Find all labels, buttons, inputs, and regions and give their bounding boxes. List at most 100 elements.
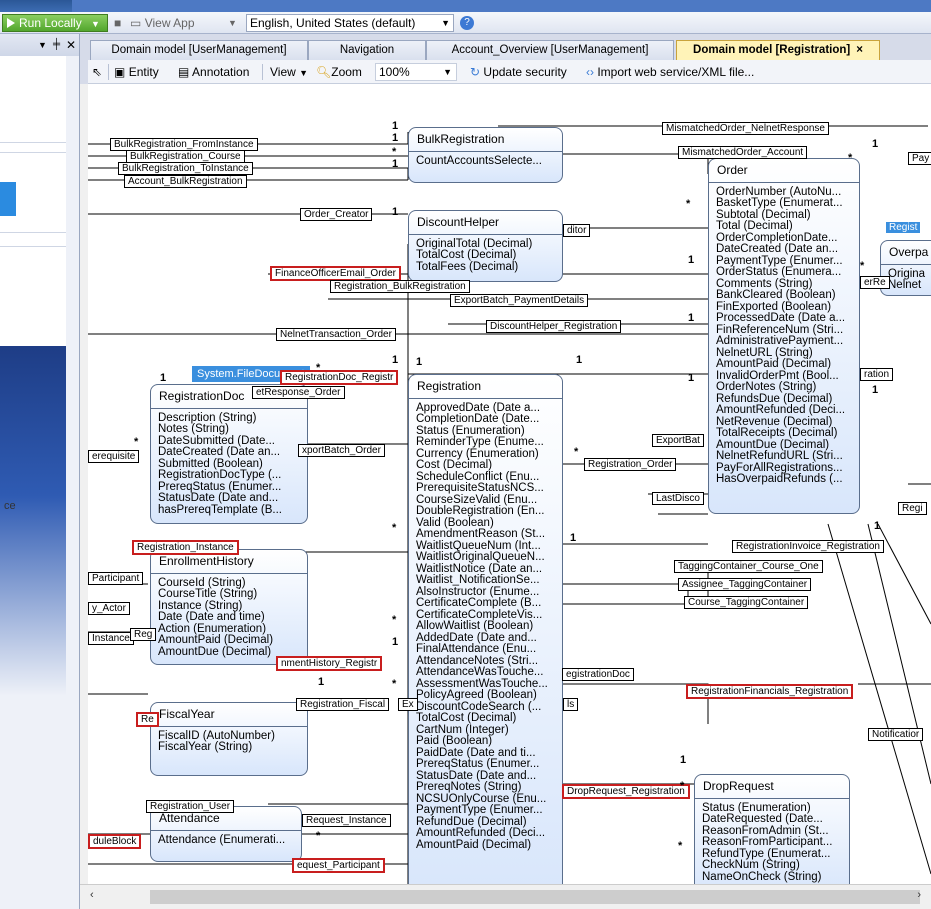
association-label[interactable]: nmentHistory_Registr: [276, 656, 383, 671]
attribute[interactable]: CheckNum (String): [702, 859, 842, 872]
association-label[interactable]: xportBatch_Order: [298, 444, 385, 457]
attribute[interactable]: DateCreated (Date an...: [158, 446, 300, 459]
help-icon[interactable]: ?: [460, 16, 474, 30]
attribute[interactable]: StatusDate (Date and...: [158, 492, 300, 505]
association-label[interactable]: egistrationDoc: [562, 668, 634, 681]
attribute[interactable]: AttendanceWasTouche...: [416, 666, 555, 679]
attribute[interactable]: hasPrereqTemplate (B...: [158, 504, 300, 517]
association-label[interactable]: Regist: [886, 222, 921, 233]
entity-discounthelper[interactable]: DiscountHelper OriginalTotal (Decimal) T…: [408, 210, 563, 282]
association-label[interactable]: NelnetTransaction_Order: [276, 328, 396, 341]
attribute[interactable]: AmountRefunded (Deci...: [416, 827, 555, 840]
attribute[interactable]: BankCleared (Boolean): [716, 289, 852, 302]
pointer-icon[interactable]: ⇖: [92, 65, 102, 79]
import-web-service-button[interactable]: ‹› Import web service/XML file...: [586, 65, 754, 79]
association-label[interactable]: etResponse_Order: [252, 386, 345, 399]
update-security-button[interactable]: ↻ Update security: [470, 65, 567, 79]
attribute[interactable]: Total (Decimal): [716, 220, 852, 233]
stop-icon[interactable]: ■: [114, 16, 121, 30]
attribute[interactable]: AmountPaid (Decimal): [158, 634, 300, 647]
attribute[interactable]: AdministrativePayment...: [716, 335, 852, 348]
tab-domain-model-registration[interactable]: Domain model [Registration] ×: [676, 40, 880, 61]
attribute[interactable]: PrereqStatus (Enumer...: [416, 758, 555, 771]
attribute[interactable]: Waitlist_NotificationSe...: [416, 574, 555, 587]
attribute[interactable]: DateCreated (Date an...: [716, 243, 852, 256]
association-label[interactable]: RegistrationInvoice_Registration: [732, 540, 884, 553]
entity-droprequest[interactable]: DropRequest Status (Enumeration) DateReq…: [694, 774, 850, 884]
domain-model-canvas[interactable]: BulkRegistration CountAccountsSelecte...…: [88, 84, 931, 884]
association-label[interactable]: Registration_Fiscal: [296, 698, 390, 711]
attribute[interactable]: OrderStatus (Enumera...: [716, 266, 852, 279]
association-label[interactable]: DiscountHelper_Registration: [486, 320, 622, 333]
zoom-select[interactable]: 100% ▼: [375, 63, 457, 81]
association-label[interactable]: Instance: [88, 632, 134, 645]
language-select[interactable]: English, United States (default) ▼: [246, 14, 454, 32]
entity-order[interactable]: Order OrderNumber (AutoNu... BasketType …: [708, 158, 860, 514]
attribute[interactable]: FiscalYear (String): [158, 741, 300, 754]
association-label[interactable]: Account_BulkRegistration: [124, 175, 247, 188]
attribute[interactable]: RegistrationDocType (...: [158, 469, 300, 482]
attribute[interactable]: CountAccountsSelecte...: [416, 155, 555, 168]
association-label[interactable]: Order_Creator: [300, 208, 373, 221]
association-label[interactable]: Participant: [88, 572, 144, 585]
attribute[interactable]: WaitlistOriginalQueueN...: [416, 551, 555, 564]
attribute[interactable]: AmendmentReason (St...: [416, 528, 555, 541]
attribute[interactable]: TotalCost (Decimal): [416, 249, 555, 262]
view-menu-button[interactable]: View ▼: [270, 65, 308, 79]
attribute[interactable]: Notes (String): [158, 423, 300, 436]
attribute[interactable]: CourseTitle (String): [158, 588, 300, 601]
attribute[interactable]: NelnetRefundURL (Stri...: [716, 450, 852, 463]
attribute[interactable]: Date (Date and time): [158, 611, 300, 624]
association-label[interactable]: erequisite: [88, 450, 140, 463]
association-label[interactable]: Pay: [908, 152, 931, 165]
add-annotation-button[interactable]: ▤ Annotation: [178, 65, 249, 79]
association-label[interactable]: Registration_BulkRegistration: [330, 280, 470, 293]
close-tab-icon[interactable]: ×: [856, 44, 863, 56]
association-label[interactable]: BulkRegistration_ToInstance: [118, 162, 253, 175]
association-label[interactable]: Assignee_TaggingContainer: [678, 578, 812, 591]
association-label[interactable]: duleBlock: [88, 834, 142, 849]
add-entity-button[interactable]: ▣ Entity: [114, 65, 159, 79]
tab-account-overview[interactable]: Account_Overview [UserManagement]: [426, 40, 674, 60]
association-label[interactable]: Re: [136, 712, 159, 727]
attribute[interactable]: PrereqNotes (String): [416, 781, 555, 794]
attribute[interactable]: CompletionDate (Date...: [416, 413, 555, 426]
attribute[interactable]: DateRequested (Date...: [702, 813, 842, 826]
scroll-right-icon[interactable]: ›: [917, 889, 921, 901]
attribute[interactable]: PrerequisiteStatusNCS...: [416, 482, 555, 495]
entity-attendance[interactable]: Attendance Attendance (Enumerati...: [150, 806, 302, 862]
association-label[interactable]: TaggingContainer_Course_One: [674, 560, 823, 573]
association-label[interactable]: ls: [563, 698, 579, 711]
attribute[interactable]: Attendance (Enumerati...: [158, 834, 294, 847]
association-label[interactable]: ExportBatch_PaymentDetails: [450, 294, 589, 307]
association-label[interactable]: LastDisco: [652, 492, 704, 505]
attribute[interactable]: ProcessedDate (Date a...: [716, 312, 852, 325]
attribute[interactable]: OrderNotes (String): [716, 381, 852, 394]
pin-icon[interactable]: ╪: [53, 39, 60, 50]
association-label[interactable]: Notificatior: [868, 728, 924, 741]
attribute[interactable]: PolicyAgreed (Boolean): [416, 689, 555, 702]
tab-navigation[interactable]: Navigation: [308, 40, 426, 60]
association-label[interactable]: erRe: [860, 276, 890, 289]
association-label[interactable]: y_Actor: [88, 602, 130, 615]
horizontal-scrollbar[interactable]: ‹ ›: [80, 884, 931, 909]
attribute[interactable]: AmountRefunded (Deci...: [716, 404, 852, 417]
vertical-scrollbar[interactable]: [80, 84, 88, 884]
association-label[interactable]: Reg: [130, 628, 157, 641]
attribute[interactable]: FinalAttendance (Enu...: [416, 643, 555, 656]
attribute[interactable]: TotalFees (Decimal): [416, 261, 555, 274]
attribute[interactable]: NameOnCheck (String): [702, 871, 842, 884]
association-label[interactable]: Registration_Order: [584, 458, 677, 471]
view-app-button[interactable]: ▭ View App: [130, 16, 195, 30]
attribute[interactable]: Paid (Boolean): [416, 735, 555, 748]
association-label[interactable]: Regi: [898, 502, 927, 515]
entity-bulkregistration[interactable]: BulkRegistration CountAccountsSelecte...: [408, 127, 563, 183]
association-label[interactable]: MismatchedOrder_Account: [678, 146, 808, 159]
attribute[interactable]: CertificateComplete (B...: [416, 597, 555, 610]
attribute[interactable]: AmountPaid (Decimal): [416, 839, 555, 852]
view-app-dropdown-icon[interactable]: ▼: [228, 18, 237, 28]
attribute[interactable]: TotalCost (Decimal): [416, 712, 555, 725]
association-label[interactable]: ration: [860, 368, 894, 381]
association-label[interactable]: ExportBat: [652, 434, 704, 447]
association-label[interactable]: Registration_User: [146, 800, 235, 813]
